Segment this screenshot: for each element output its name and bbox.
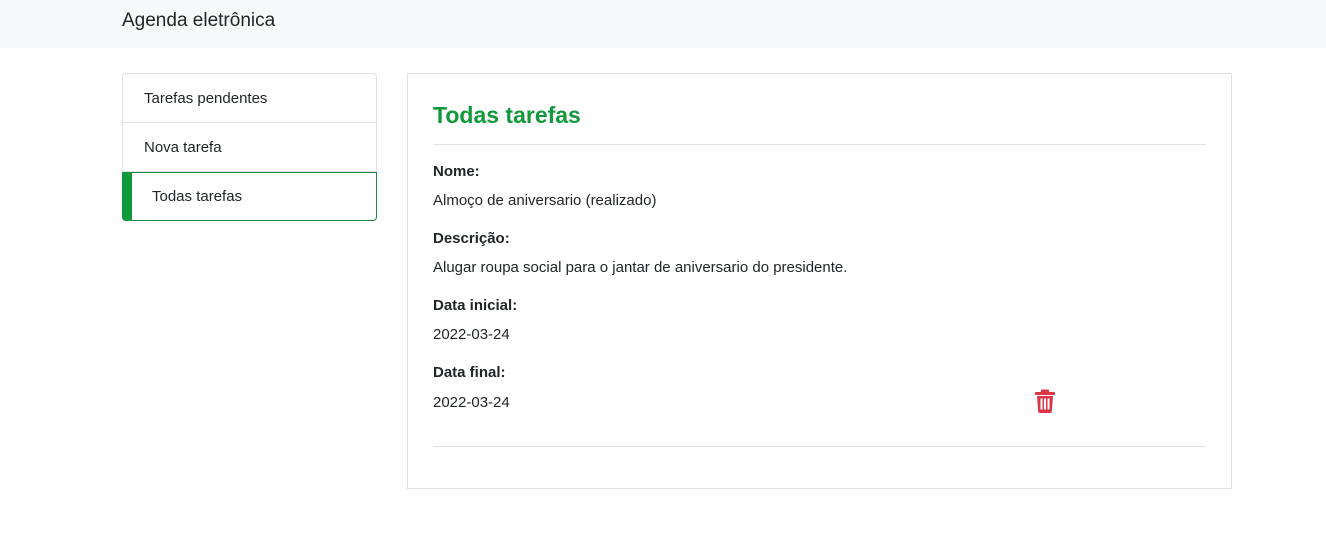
description-value: Alugar roupa social para o jantar de ani… xyxy=(433,259,848,276)
end-date-value: 2022-03-24 xyxy=(433,394,510,411)
sidebar-menu: Tarefas pendentes Nova tarefa Todas tare… xyxy=(122,73,377,221)
sidebar-item-nova-tarefa[interactable]: Nova tarefa xyxy=(122,123,377,172)
end-date-label: Data final: xyxy=(433,364,506,381)
description-label: Descrição: xyxy=(433,230,510,247)
sidebar-item-tarefas-pendentes[interactable]: Tarefas pendentes xyxy=(122,73,377,123)
start-date-value: 2022-03-24 xyxy=(433,326,510,343)
divider xyxy=(433,144,1206,145)
name-value: Almoço de aniversario (realizado) xyxy=(433,192,657,209)
navbar-brand[interactable]: Agenda eletrônica xyxy=(122,9,275,33)
page-title: Todas tarefas xyxy=(433,102,581,128)
trash-icon[interactable] xyxy=(1034,389,1056,413)
start-date-label: Data inicial: xyxy=(433,297,518,314)
divider xyxy=(433,446,1206,447)
sidebar-item-todas-tarefas[interactable]: Todas tarefas xyxy=(122,172,377,221)
tasks-panel: Todas tarefas Nome: Almoço de aniversari… xyxy=(407,73,1232,489)
name-label: Nome: xyxy=(433,163,480,180)
top-navbar: Agenda eletrônica xyxy=(0,0,1326,48)
